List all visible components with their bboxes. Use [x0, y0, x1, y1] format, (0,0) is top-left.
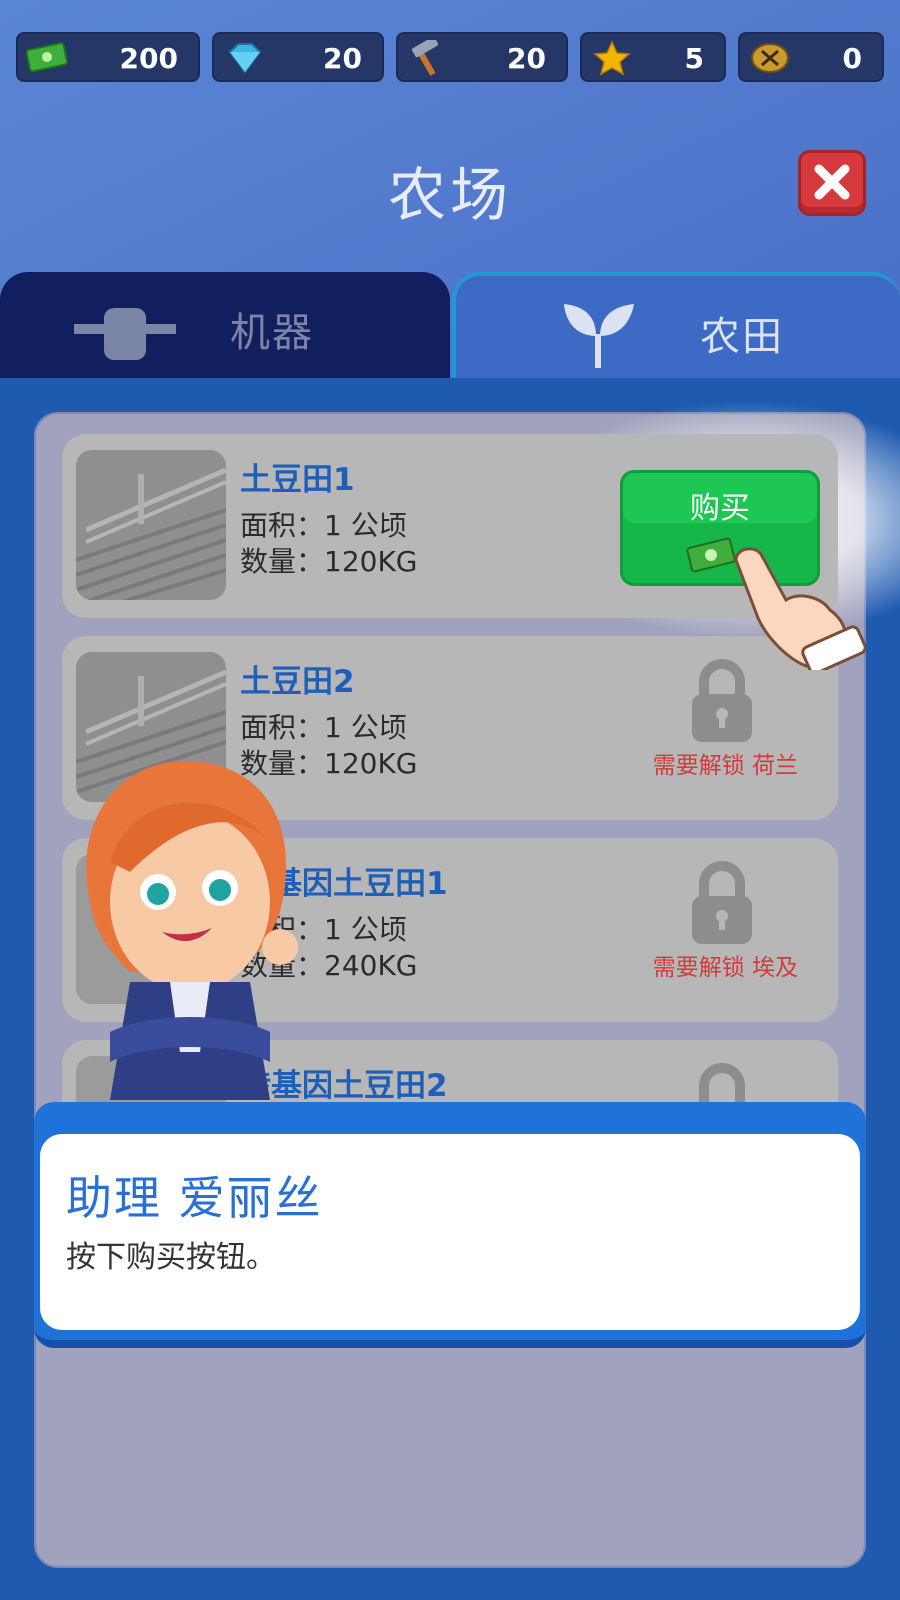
- hammer-icon: [411, 40, 439, 76]
- cash-value: 200: [119, 42, 178, 75]
- tab-machine-label: 机器: [230, 310, 314, 356]
- field-area: 面积：1 公顷: [240, 509, 407, 542]
- currency-hammer: 20: [396, 32, 568, 82]
- diamond-icon: [228, 43, 262, 74]
- diamond-value: 20: [323, 42, 362, 75]
- currency-diamond: 20: [212, 32, 384, 82]
- close-button[interactable]: [798, 150, 866, 216]
- field-quantity: 数量：120KG: [240, 545, 418, 578]
- unlock-requirement: 需要解锁 埃及: [652, 955, 798, 981]
- star-value: 5: [684, 42, 704, 75]
- tools-badge-icon: [751, 43, 789, 73]
- field-name: 土豆田1: [240, 462, 355, 498]
- pointer-hand-icon: [734, 547, 866, 670]
- cash-icon: [26, 42, 69, 73]
- tab-field-label: 农田: [700, 314, 784, 360]
- field-area: 面积：1 公顷: [240, 711, 407, 744]
- unlock-requirement: 需要解锁 荷兰: [652, 753, 798, 779]
- dialog-message: 按下购买按钮。: [66, 1240, 276, 1275]
- dialog-speaker: 助理 爱丽丝: [66, 1171, 323, 1225]
- buy-label: 购买: [690, 491, 750, 526]
- tools-value: 0: [842, 42, 862, 75]
- field-thumbnail: [76, 450, 226, 600]
- currency-tools: 0: [738, 32, 884, 82]
- wrench-glove-icon: [74, 308, 176, 360]
- assistant-character: [86, 760, 298, 1100]
- page-title: 农场: [387, 161, 512, 229]
- lock-icon: [692, 861, 752, 944]
- tab-field[interactable]: 农田: [452, 272, 900, 382]
- tab-machine[interactable]: 机器: [0, 272, 450, 382]
- currency-cash: 200: [16, 32, 200, 82]
- lock-icon: [692, 659, 752, 742]
- currency-bar: 200 20 20 5 0: [16, 32, 884, 84]
- hammer-value: 20: [507, 42, 546, 75]
- sprout-icon: [564, 304, 634, 368]
- field-name: 土豆田2: [240, 664, 355, 700]
- star-icon: [593, 40, 631, 76]
- currency-star: 5: [580, 32, 726, 82]
- close-icon: [814, 164, 850, 200]
